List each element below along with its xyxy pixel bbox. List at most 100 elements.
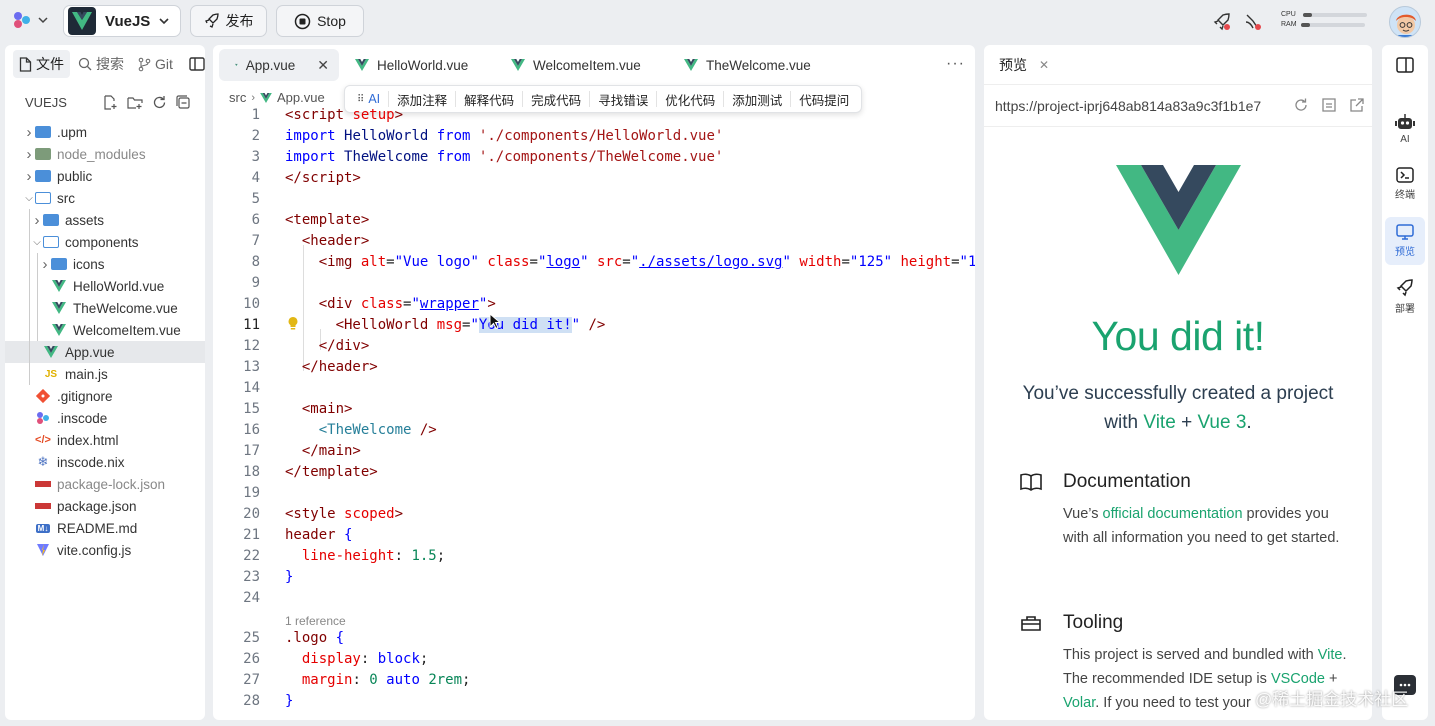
preview-url[interactable]: https://project-iprj648ab814a83a9c3f1b1e…: [995, 98, 1261, 114]
tree-item[interactable]: </> index.html: [5, 429, 205, 451]
volar-link[interactable]: Volar: [1063, 695, 1095, 711]
tree-item[interactable]: JS main.js: [5, 363, 205, 385]
ai-find-bug-button[interactable]: 寻找错误: [589, 91, 656, 108]
deploy-status-icon[interactable]: [1212, 12, 1232, 32]
tree-item[interactable]: › icons: [5, 253, 205, 275]
rail-terminal-button[interactable]: 终端: [1385, 160, 1425, 208]
indent-guide: [37, 253, 38, 275]
workspace-root-label: VUEJS: [25, 94, 67, 110]
chevron-down-icon[interactable]: ⌵: [23, 193, 35, 204]
chevron-down-icon[interactable]: ⌵: [31, 237, 43, 248]
preview-title[interactable]: 预览: [999, 55, 1027, 75]
tree-item[interactable]: App.vue: [5, 341, 205, 363]
toggle-panel-button[interactable]: [1385, 45, 1425, 85]
tree-item[interactable]: package.json: [5, 495, 205, 517]
vue3-link[interactable]: Vue 3: [1197, 412, 1246, 433]
new-file-icon[interactable]: [103, 94, 118, 110]
reference-codelens[interactable]: 1 reference: [285, 614, 346, 628]
tree-item-label: .inscode: [57, 410, 108, 426]
line-number: 1: [251, 107, 260, 123]
ai-add-comment-button[interactable]: 添加注释: [388, 91, 455, 108]
tab-files[interactable]: 文件: [13, 50, 70, 78]
file-tree: › .upm › node_modules › public ⌵ src › assets ⌵ com…: [5, 121, 205, 561]
tree-item[interactable]: › assets: [5, 209, 205, 231]
rail-deploy-button[interactable]: 部署: [1385, 273, 1425, 321]
tree-item[interactable]: › public: [5, 165, 205, 187]
ai-ask-button[interactable]: 代码提问: [790, 91, 857, 108]
folder-icon: [43, 213, 59, 227]
ai-drag-handle[interactable]: ⠿ AI: [349, 91, 388, 107]
vite-link[interactable]: Vite: [1143, 412, 1175, 433]
collapse-all-icon[interactable]: [176, 94, 191, 110]
tab-files-label: 文件: [36, 56, 64, 72]
tree-item[interactable]: M↓ README.md: [5, 517, 205, 539]
tab-git[interactable]: Git: [132, 52, 179, 76]
vue-file-icon: [51, 301, 67, 315]
indent-guide: [29, 319, 30, 341]
qr-code-icon[interactable]: [1322, 98, 1336, 112]
tree-item[interactable]: .gitignore: [5, 385, 205, 407]
tree-item[interactable]: ⌵ components: [5, 231, 205, 253]
tree-item[interactable]: ❄ inscode.nix: [5, 451, 205, 473]
breadcrumb-src[interactable]: src: [229, 90, 246, 105]
tree-item[interactable]: WelcomeItem.vue: [5, 319, 205, 341]
project-selector[interactable]: VueJS: [63, 5, 181, 37]
rail-ai-button[interactable]: AI: [1385, 105, 1425, 153]
chevron-right-icon[interactable]: ›: [31, 212, 43, 229]
tab-welcomeitem-vue[interactable]: WelcomeItem.vue: [495, 49, 651, 81]
open-external-icon[interactable]: [1350, 98, 1364, 112]
tree-item[interactable]: ⌵ src: [5, 187, 205, 209]
indent-guide: [37, 297, 38, 319]
chevron-right-icon[interactable]: ›: [39, 256, 51, 273]
line-number: 16: [243, 422, 260, 438]
chevron-right-icon[interactable]: ›: [23, 168, 35, 185]
chevron-right-icon[interactable]: ›: [23, 124, 35, 141]
tab-thewelcome-vue[interactable]: TheWelcome.vue: [668, 49, 821, 81]
top-bar: VueJS 发布 Stop CPU RAM: [0, 0, 1435, 44]
new-folder-icon[interactable]: [127, 95, 143, 110]
ai-add-test-button[interactable]: 添加测试: [723, 91, 790, 108]
stop-button[interactable]: Stop: [276, 5, 364, 37]
tooling-title: Tooling: [1063, 612, 1124, 633]
tree-item[interactable]: › node_modules: [5, 143, 205, 165]
tab-helloworld-vue[interactable]: HelloWorld.vue: [339, 49, 478, 81]
more-icon[interactable]: ···: [946, 55, 965, 73]
doc-text-1: Vue’s: [1063, 506, 1099, 522]
app-switcher[interactable]: [12, 10, 48, 30]
line-number: 25: [243, 630, 260, 646]
avatar[interactable]: [1389, 6, 1421, 38]
rail-preview-button[interactable]: 预览: [1385, 217, 1425, 265]
tree-item[interactable]: package-lock.json: [5, 473, 205, 495]
debug-status-icon[interactable]: [1243, 12, 1263, 32]
ai-explain-code-button[interactable]: 解释代码: [455, 91, 522, 108]
toggle-sidebar-icon[interactable]: [189, 57, 205, 71]
tab-app-vue[interactable]: App.vue ✕: [219, 49, 339, 81]
ai-optimize-button[interactable]: 优化代码: [656, 91, 723, 108]
line-number: 12: [243, 338, 260, 354]
close-icon[interactable]: ✕: [317, 57, 329, 74]
ai-complete-code-button[interactable]: 完成代码: [522, 91, 589, 108]
chevron-right-icon[interactable]: ›: [23, 146, 35, 163]
breadcrumb-file[interactable]: App.vue: [277, 90, 325, 105]
line-number: 22: [243, 548, 260, 564]
tree-item[interactable]: HelloWorld.vue: [5, 275, 205, 297]
refresh-icon[interactable]: [1294, 98, 1308, 112]
tool-vite-link[interactable]: Vite: [1318, 647, 1343, 663]
tab-search[interactable]: 搜索: [72, 50, 130, 78]
indent-guide: [29, 297, 30, 319]
code-line-16: <TheWelcome />: [318, 422, 437, 438]
tree-item[interactable]: › .upm: [5, 121, 205, 143]
refresh-icon[interactable]: [152, 95, 167, 110]
cpu-label: CPU: [1281, 11, 1296, 18]
tree-item[interactable]: .inscode: [5, 407, 205, 429]
official-docs-link[interactable]: official documentation: [1103, 506, 1243, 522]
tree-item[interactable]: vite.config.js: [5, 539, 205, 561]
cpu-bar-fill: [1302, 13, 1312, 17]
line-number: 26: [243, 651, 260, 667]
book-icon: [1020, 473, 1042, 491]
tree-item[interactable]: TheWelcome.vue: [5, 297, 205, 319]
ram-label: RAM: [1281, 21, 1297, 28]
publish-button[interactable]: 发布: [190, 5, 267, 37]
close-icon[interactable]: ✕: [1039, 58, 1049, 72]
line-number: 14: [243, 380, 260, 396]
